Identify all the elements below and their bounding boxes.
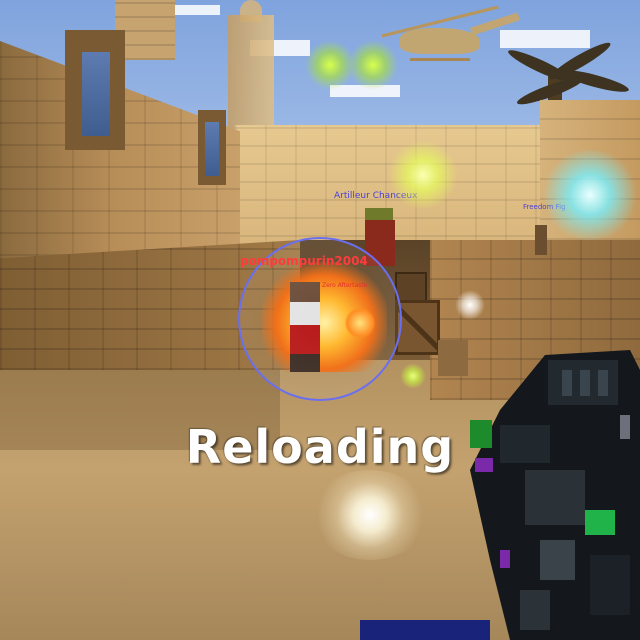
cloud: [170, 5, 220, 15]
distant-player[interactable]: [535, 225, 547, 255]
cloud: [500, 30, 590, 48]
hud-edge: [360, 620, 490, 640]
pixel-rifle-icon: [470, 350, 640, 640]
distant-player-nametag: Freedom Fig: [523, 203, 566, 211]
target-subtag: Zero Aftertaste: [322, 282, 368, 289]
target-nametag: pompompurin2004: [240, 254, 368, 268]
game-viewport[interactable]: Artilleur Chanceux Freedom Fig pompompur…: [0, 0, 640, 640]
stone-step: [438, 340, 468, 376]
helicopter-skids: [410, 58, 470, 61]
window-glass: [82, 52, 110, 136]
enemy-nametag: Artilleur Chanceux: [334, 191, 418, 201]
helicopter-icon: [400, 28, 480, 54]
reloading-status: Reloading: [185, 420, 455, 474]
window-glass: [205, 122, 219, 176]
cloud: [330, 85, 400, 97]
wooden-crate: [395, 300, 440, 355]
small-crate: [395, 272, 427, 302]
